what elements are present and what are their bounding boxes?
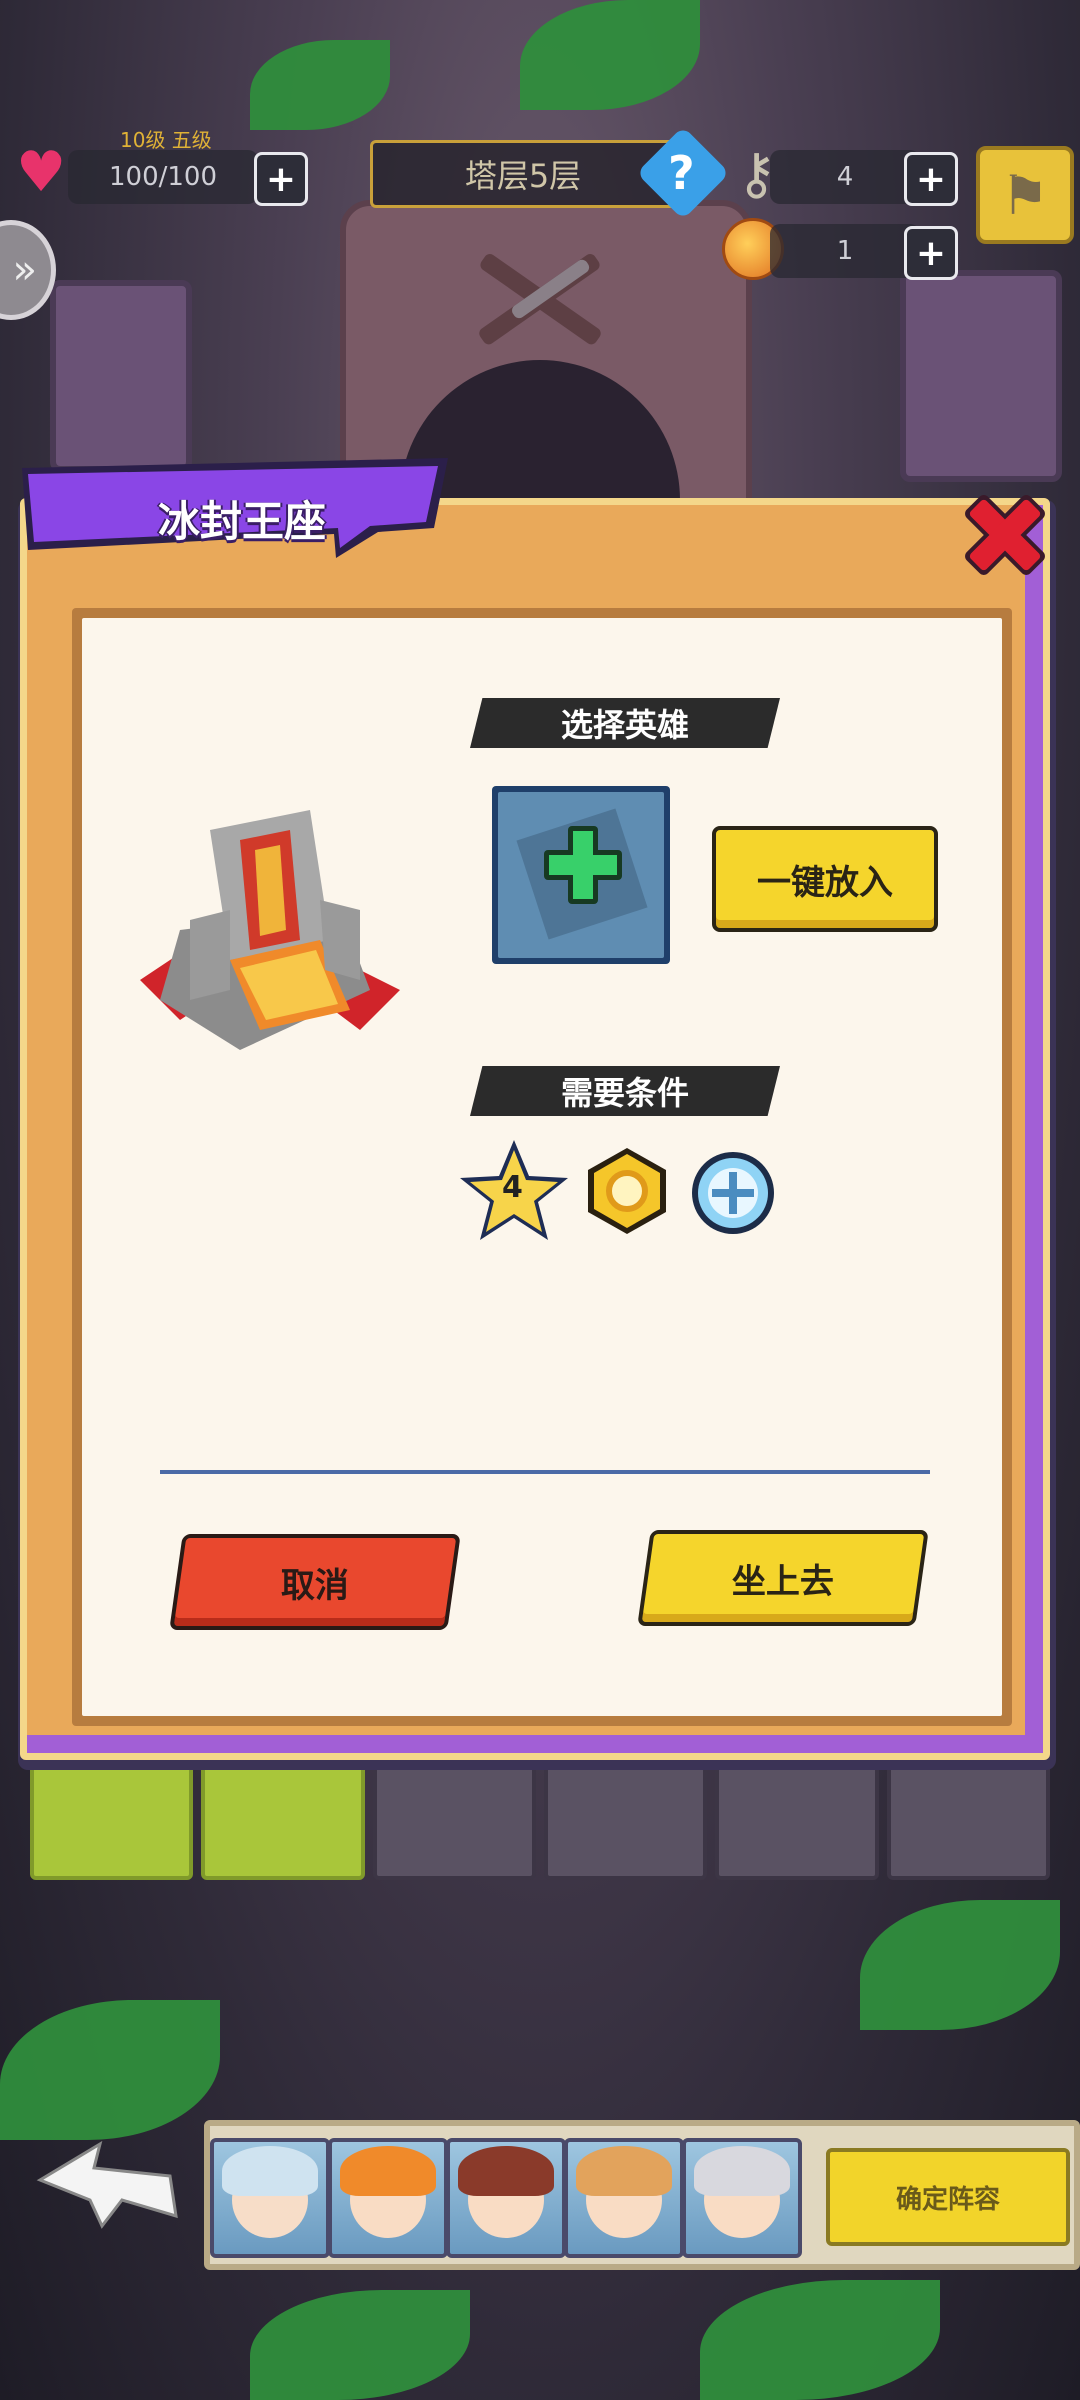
dungeon-floor-tiles [30,1760,1050,1880]
key-count: 4 [770,150,920,204]
floor-indicator: 塔层5层 [370,140,676,208]
quick-place-button[interactable]: 一键放入 [712,826,938,932]
add-key-button[interactable]: + [904,152,958,206]
coin-count: 1 [770,224,920,278]
hero-portrait-hair [222,2146,318,2196]
hero-card[interactable] [682,2138,802,2258]
hero-card[interactable] [564,2138,684,2258]
cancel-button-label: 取消 [281,1565,349,1606]
dialog-title: 冰封王座 [158,497,327,546]
foliage [700,2280,940,2400]
foliage [860,1900,1060,2030]
select-hero-header: 选择英雄 [470,698,780,748]
heart-icon: ♥ [16,140,67,205]
hero-portrait-hair [458,2146,554,2196]
sun-element-icon [588,1148,666,1234]
ice-element-icon [692,1152,774,1234]
ice-throne-image [140,810,400,1050]
dialog-divider [160,1470,930,1474]
confirm-lineup-button[interactable]: 确定阵容 [826,2148,1070,2246]
hero-card[interactable] [446,2138,566,2258]
hp-display: 100/100 [68,150,258,204]
sit-on-throne-label: 坐上去 [732,1561,834,1602]
requirements-header: 需要条件 [470,1066,780,1116]
player-level-label: 10级 五级 [120,128,212,152]
back-arrow-icon[interactable] [30,2140,180,2240]
hero-portrait-hair [694,2146,790,2196]
surrender-flag-button[interactable]: ⚑ [976,146,1074,244]
hero-card[interactable] [210,2138,330,2258]
hero-portrait-hair [340,2146,436,2196]
close-icon[interactable] [950,480,1060,590]
hero-card[interactable] [328,2138,448,2258]
hero-portrait-hair [576,2146,672,2196]
foliage [250,40,390,130]
foliage [250,2290,470,2400]
sit-on-throne-button[interactable]: 坐上去 [637,1530,929,1626]
star-requirement-value: 4 [502,1170,523,1205]
add-hp-button[interactable]: + [254,152,308,206]
add-coin-button[interactable]: + [904,226,958,280]
add-hero-plus-icon[interactable] [540,822,626,908]
foliage [0,2000,220,2140]
help-question-mark: ? [668,146,695,200]
stone-pillar [900,270,1062,482]
foliage [520,0,700,110]
stone-pillar [50,280,192,472]
cancel-button[interactable]: 取消 [169,1534,461,1630]
crossed-swords-icon [479,254,601,345]
